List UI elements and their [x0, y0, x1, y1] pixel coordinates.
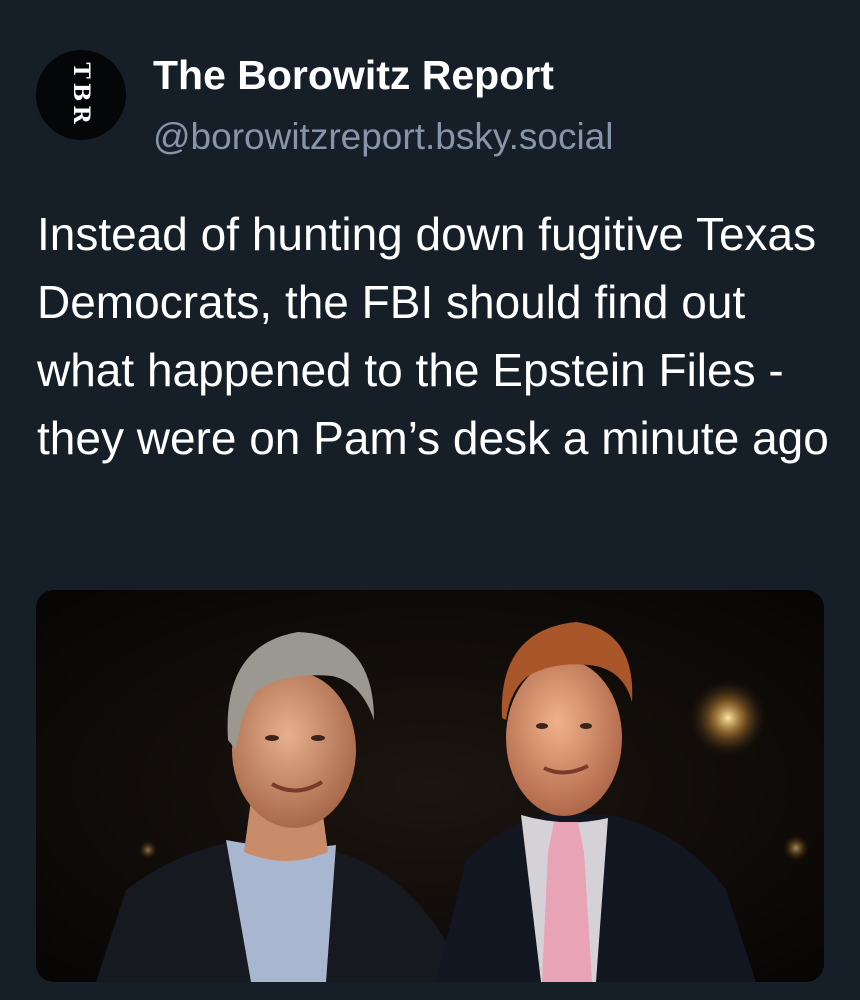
post-card[interactable]: TBR The Borowitz Report @borowitzreport.… — [0, 0, 860, 1000]
avatar[interactable]: TBR — [36, 50, 126, 140]
post-photo[interactable] — [36, 590, 824, 982]
avatar-logo-text: TBR — [68, 62, 94, 128]
post-text: Instead of hunting down fugitive Texas D… — [37, 208, 829, 464]
author-handle[interactable]: @borowitzreport.bsky.social — [153, 116, 613, 158]
author-name[interactable]: The Borowitz Report — [153, 52, 554, 99]
photo-illustration — [36, 590, 824, 982]
